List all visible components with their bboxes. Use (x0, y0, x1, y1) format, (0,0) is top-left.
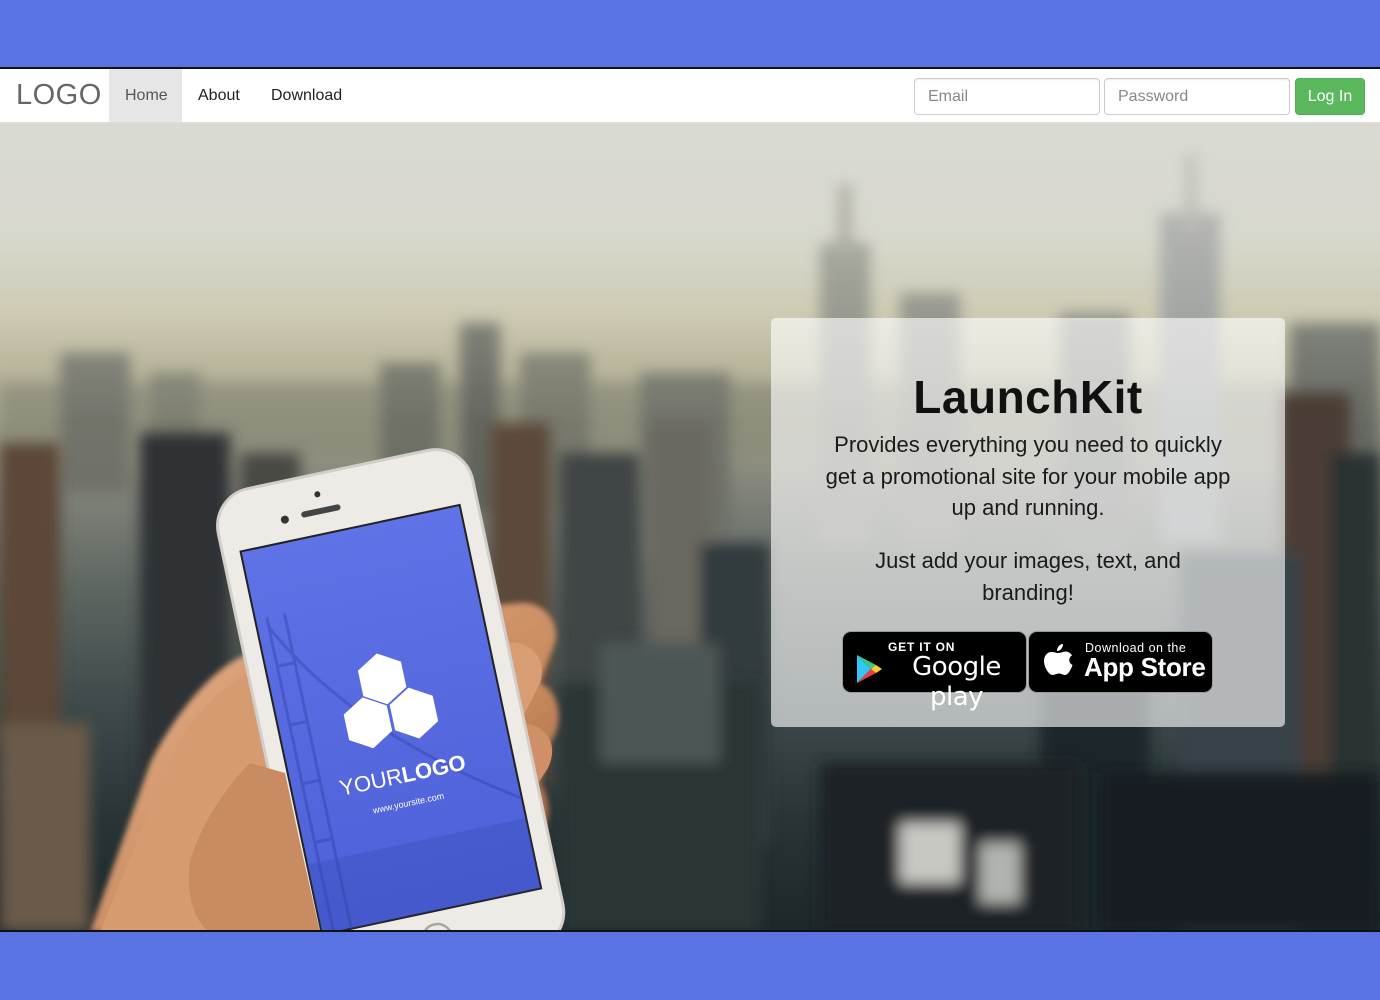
apple-icon (1044, 644, 1073, 675)
nav-item-download[interactable]: Download (255, 69, 358, 122)
google-play-big-text: Google play (912, 652, 1001, 712)
app-store-button[interactable]: Download on the App Store (1028, 631, 1213, 693)
password-input[interactable] (1104, 78, 1290, 115)
hero-title: LaunchKit (913, 371, 1143, 423)
navbar: LOGO Home About Download Log In (0, 69, 1380, 123)
app-store-big-text: App Store (1084, 652, 1206, 682)
login-button[interactable]: Log In (1295, 78, 1365, 115)
brand-logo[interactable]: LOGO (16, 79, 102, 112)
email-input[interactable] (914, 78, 1100, 115)
nav-item-home[interactable]: Home (109, 69, 182, 122)
google-play-icon (857, 655, 882, 683)
hero-card: LaunchKit Provides everything you need t… (771, 318, 1285, 727)
browser-frame: LOGO Home About Download Log In (0, 67, 1380, 932)
google-play-button[interactable]: GET IT ON Google play (842, 631, 1027, 712)
hero-description: Provides everything you need to quickly … (825, 432, 1231, 520)
hero-description-2: Just add your images, text, and branding… (875, 548, 1181, 605)
hero-section: YOURLOGO www.yoursite.com LaunchKit Prov… (0, 123, 1380, 930)
nav-item-about[interactable]: About (182, 69, 256, 122)
